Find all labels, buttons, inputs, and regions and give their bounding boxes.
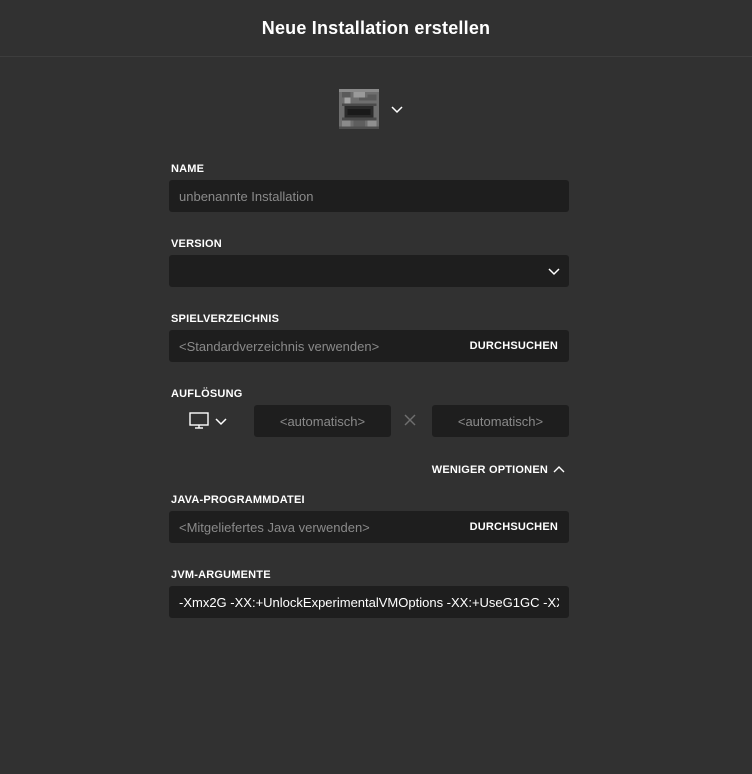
version-label: VERSION (171, 238, 222, 250)
resolution-preset-dropdown[interactable] (189, 411, 229, 431)
jvm-arguments-field-wrapper (169, 586, 569, 618)
java-executable-browse-button[interactable]: DURCHSUCHEN (470, 511, 558, 543)
fewer-options-label: WENIGER OPTIONEN (431, 464, 548, 476)
name-label: NAME (171, 163, 205, 175)
version-select[interactable] (169, 255, 569, 287)
furnace-icon (338, 88, 380, 130)
chevron-up-icon (553, 466, 565, 473)
chevron-down-icon (391, 106, 403, 114)
fewer-options-toggle[interactable]: WENIGER OPTIONEN (432, 464, 565, 476)
game-directory-field-wrapper: DURCHSUCHEN (169, 330, 569, 362)
installation-icon-picker[interactable] (336, 85, 408, 133)
create-installation-dialog: Neue Installation erstellen NAME VE (0, 0, 752, 774)
resolution-width-input[interactable] (254, 405, 391, 437)
resolution-label: AUFLÖSUNG (171, 388, 243, 400)
dialog-header: Neue Installation erstellen (0, 0, 752, 57)
game-directory-input[interactable] (169, 330, 459, 362)
resolution-width-wrapper (254, 405, 391, 437)
java-executable-input[interactable] (169, 511, 459, 543)
jvm-arguments-input[interactable] (169, 586, 569, 618)
jvm-arguments-label: JVM-ARGUMENTE (171, 569, 271, 581)
name-input[interactable] (169, 180, 569, 212)
java-executable-field-wrapper: DURCHSUCHEN (169, 511, 569, 543)
resolution-height-input[interactable] (432, 405, 569, 437)
game-directory-label: SPIELVERZEICHNIS (171, 313, 280, 325)
times-icon (404, 414, 416, 426)
dialog-title: Neue Installation erstellen (261, 17, 491, 38)
game-directory-browse-button[interactable]: DURCHSUCHEN (470, 330, 558, 362)
chevron-down-icon (215, 418, 227, 426)
chevron-down-icon (548, 268, 560, 276)
resolution-height-wrapper (432, 405, 569, 437)
name-field-wrapper (169, 180, 569, 212)
monitor-icon (189, 412, 209, 429)
java-executable-label: JAVA-PROGRAMMDATEI (171, 494, 305, 506)
